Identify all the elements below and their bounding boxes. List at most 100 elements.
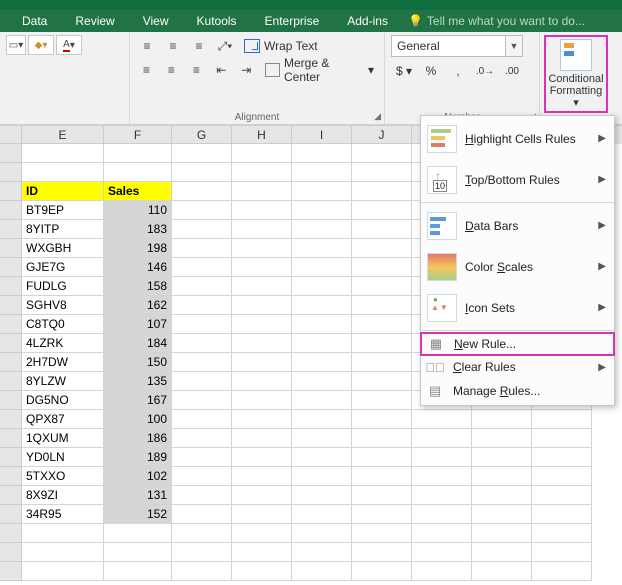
cell[interactable]: SGHV8: [22, 296, 104, 315]
cell[interactable]: [172, 429, 232, 448]
cell[interactable]: [352, 163, 412, 182]
cell[interactable]: [352, 315, 412, 334]
align-middle-icon[interactable]: ≡: [162, 35, 184, 57]
cell[interactable]: [232, 467, 292, 486]
cell[interactable]: 146: [104, 258, 172, 277]
row-header[interactable]: [0, 182, 22, 201]
cell[interactable]: WXGBH: [22, 239, 104, 258]
row-header[interactable]: [0, 543, 22, 562]
cell[interactable]: [412, 543, 472, 562]
accounting-format-button[interactable]: $ ▾: [391, 60, 417, 82]
cell[interactable]: [352, 296, 412, 315]
cell[interactable]: [472, 448, 532, 467]
cell[interactable]: [172, 410, 232, 429]
row-header[interactable]: [0, 258, 22, 277]
menu-new-rule[interactable]: ▦ New Rule...: [420, 332, 615, 356]
cell[interactable]: 107: [104, 315, 172, 334]
cell[interactable]: [352, 448, 412, 467]
cell[interactable]: [292, 562, 352, 581]
cell[interactable]: [172, 524, 232, 543]
row-header[interactable]: [0, 277, 22, 296]
cell[interactable]: [292, 277, 352, 296]
row-header[interactable]: [0, 410, 22, 429]
cell[interactable]: 102: [104, 467, 172, 486]
cell[interactable]: [232, 391, 292, 410]
cell[interactable]: [172, 562, 232, 581]
cell[interactable]: [22, 144, 104, 163]
cell[interactable]: [292, 486, 352, 505]
col-header-G[interactable]: G: [172, 126, 232, 144]
cell[interactable]: [104, 543, 172, 562]
cell[interactable]: [232, 524, 292, 543]
cell[interactable]: [292, 182, 352, 201]
cell[interactable]: [292, 467, 352, 486]
cell[interactable]: C8TQ0: [22, 315, 104, 334]
cell[interactable]: [292, 410, 352, 429]
cell[interactable]: [232, 562, 292, 581]
cell[interactable]: [172, 467, 232, 486]
row-header[interactable]: [0, 505, 22, 524]
cell[interactable]: [412, 505, 472, 524]
cell[interactable]: [232, 448, 292, 467]
cell[interactable]: [232, 429, 292, 448]
cell[interactable]: 189: [104, 448, 172, 467]
row-header[interactable]: [0, 524, 22, 543]
cell[interactable]: 5TXXO: [22, 467, 104, 486]
cell[interactable]: [172, 201, 232, 220]
cell[interactable]: [292, 334, 352, 353]
cell[interactable]: [232, 353, 292, 372]
row-header[interactable]: [0, 163, 22, 182]
tab-addins[interactable]: Add-ins: [333, 10, 402, 32]
cell[interactable]: [232, 486, 292, 505]
conditional-formatting-button[interactable]: Conditional Formatting ▾: [544, 35, 608, 113]
cell[interactable]: 4LZRK: [22, 334, 104, 353]
cell[interactable]: [104, 562, 172, 581]
font-color-dropdown[interactable]: A▾: [56, 35, 82, 55]
cell[interactable]: [412, 429, 472, 448]
cell[interactable]: [22, 562, 104, 581]
cell[interactable]: [532, 524, 592, 543]
cell[interactable]: 34R95: [22, 505, 104, 524]
cell[interactable]: 167: [104, 391, 172, 410]
cell[interactable]: [104, 524, 172, 543]
cell[interactable]: 158: [104, 277, 172, 296]
cell[interactable]: [292, 239, 352, 258]
cell[interactable]: [352, 410, 412, 429]
cell[interactable]: [232, 144, 292, 163]
cell[interactable]: [172, 182, 232, 201]
menu-manage-rules[interactable]: ▤ Manage Rules...: [421, 379, 614, 403]
cell[interactable]: [292, 524, 352, 543]
cell[interactable]: [472, 543, 532, 562]
cell[interactable]: [352, 334, 412, 353]
cell[interactable]: [172, 163, 232, 182]
cell[interactable]: [232, 239, 292, 258]
align-top-icon[interactable]: ≡: [136, 35, 158, 57]
cell[interactable]: [172, 543, 232, 562]
cell[interactable]: [472, 410, 532, 429]
wrap-text-button[interactable]: Wrap Text: [240, 35, 322, 57]
cell[interactable]: FUDLG: [22, 277, 104, 296]
cell[interactable]: 150: [104, 353, 172, 372]
tab-data[interactable]: Data: [8, 10, 61, 32]
col-header-I[interactable]: I: [292, 126, 352, 144]
cell[interactable]: [104, 163, 172, 182]
row-header[interactable]: [0, 391, 22, 410]
increase-indent-icon[interactable]: ⇥: [236, 59, 257, 81]
cell[interactable]: [172, 353, 232, 372]
orientation-icon[interactable]: ⤢▾: [214, 35, 236, 57]
align-center-icon[interactable]: ≡: [161, 59, 182, 81]
cell[interactable]: [172, 334, 232, 353]
cell[interactable]: [172, 277, 232, 296]
row-header[interactable]: [0, 315, 22, 334]
cell[interactable]: [352, 467, 412, 486]
cell[interactable]: 186: [104, 429, 172, 448]
col-header-E[interactable]: E: [22, 126, 104, 144]
cell[interactable]: [292, 258, 352, 277]
cell[interactable]: 8YLZW: [22, 372, 104, 391]
cell[interactable]: [22, 163, 104, 182]
cell[interactable]: [232, 372, 292, 391]
cell[interactable]: [352, 486, 412, 505]
row-header[interactable]: [0, 220, 22, 239]
cell[interactable]: [292, 448, 352, 467]
cell[interactable]: [292, 505, 352, 524]
